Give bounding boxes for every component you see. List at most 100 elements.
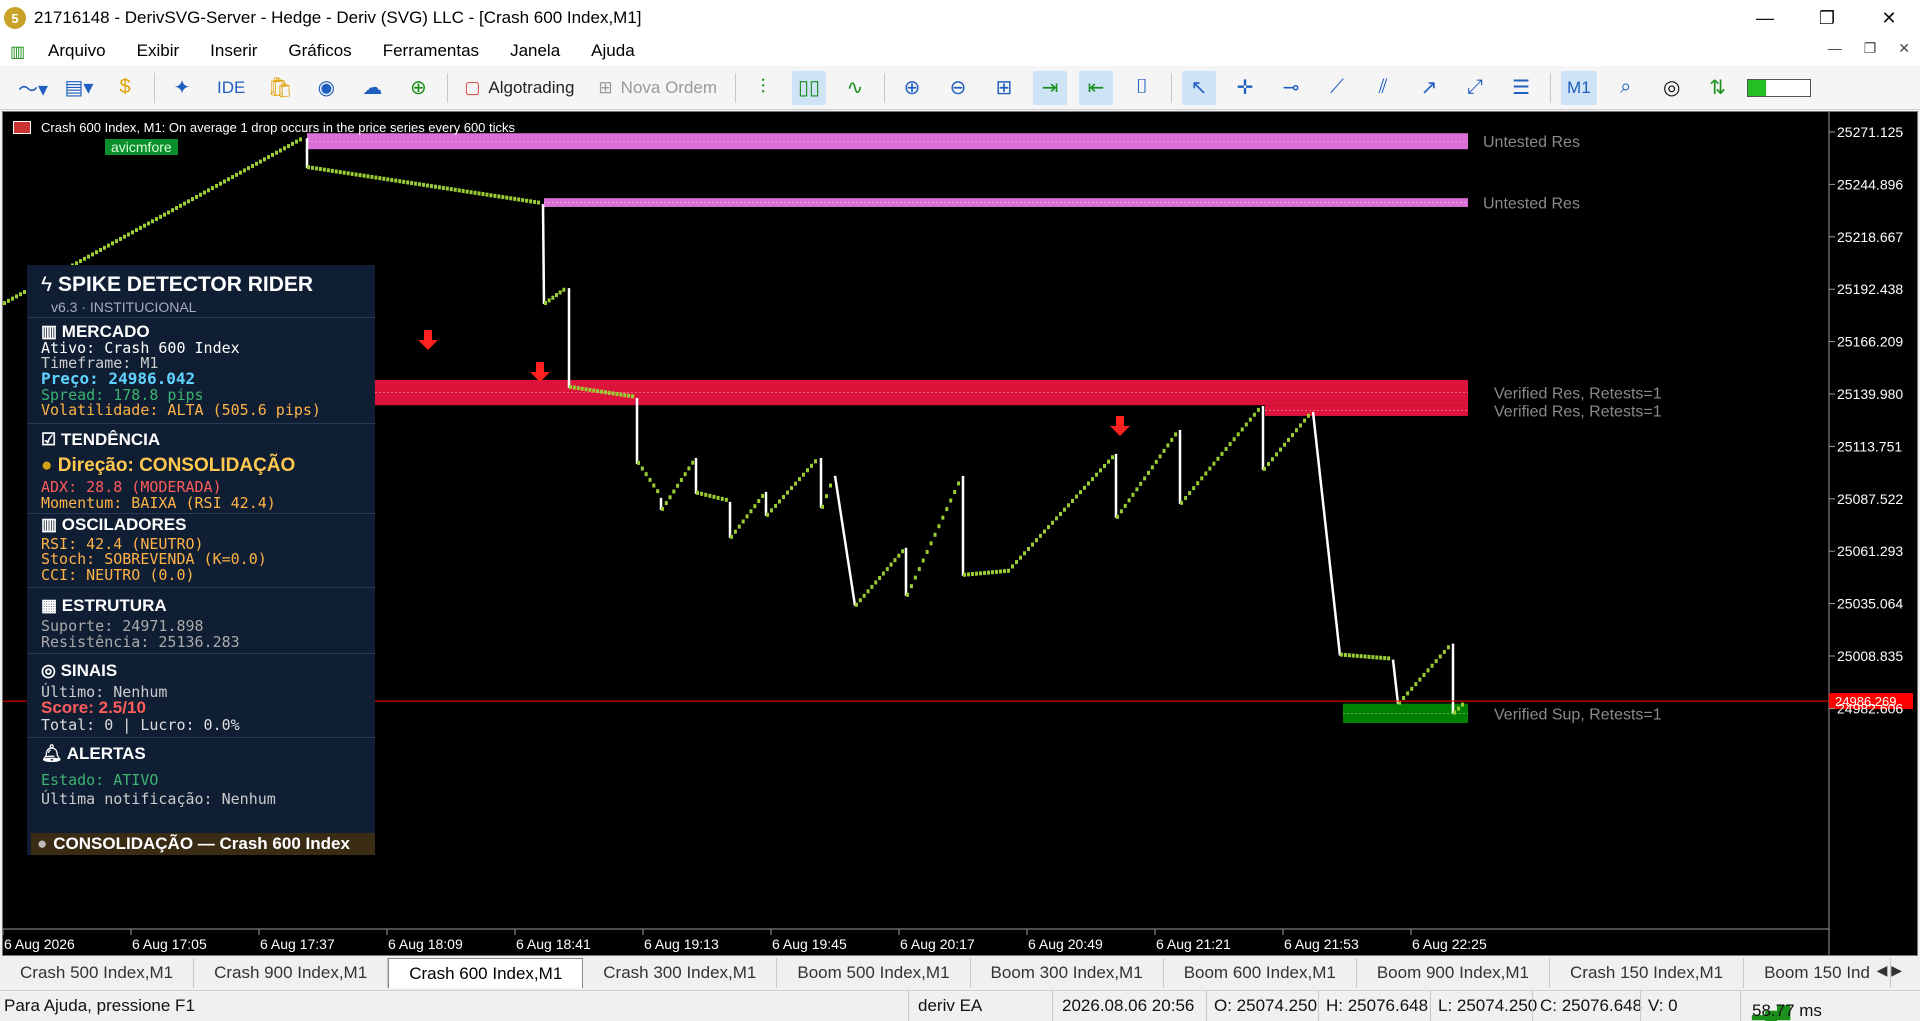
chart-template-icon[interactable]: ▤▾ xyxy=(62,71,96,105)
up-candle xyxy=(127,232,130,237)
up-candle xyxy=(782,494,785,499)
autoscroll-icon[interactable]: ⇥ xyxy=(1033,70,1068,105)
status-help: Para Ajuda, pressione F1 xyxy=(4,996,195,1015)
tab-crash-600[interactable]: Crash 600 Index,M1 xyxy=(388,958,584,988)
line-icon[interactable]: ∿ xyxy=(838,71,872,105)
up-candle xyxy=(175,205,178,210)
up-candle xyxy=(683,472,687,477)
menu-inserir[interactable]: Inserir xyxy=(210,41,257,61)
up-candle xyxy=(219,181,222,186)
menu-graficos[interactable]: Gráficos xyxy=(288,41,351,61)
up-candle xyxy=(398,179,402,184)
account-icon[interactable]: ◎ xyxy=(1655,71,1689,105)
tab-crash-900[interactable]: Crash 900 Index,M1 xyxy=(194,958,389,988)
up-candle xyxy=(1023,551,1026,556)
level-icon[interactable]: ⇅ xyxy=(1701,71,1735,105)
tab-boom-150[interactable]: Boom 150 Ind xyxy=(1744,958,1891,988)
up-candle xyxy=(461,188,465,193)
tab-boom-500[interactable]: Boom 500 Index,M1 xyxy=(777,958,971,988)
tab-crash-150[interactable]: Crash 150 Index,M1 xyxy=(1550,958,1745,988)
menu-exibir[interactable]: Exibir xyxy=(137,41,180,61)
chart-shift-icon[interactable]: ⇤ xyxy=(1079,70,1114,105)
up-candle xyxy=(741,519,745,524)
fibo-icon[interactable]: ⤢ xyxy=(1458,71,1492,105)
up-candle xyxy=(1430,663,1434,668)
bar-chart-icon[interactable]: ⫶ xyxy=(746,71,780,105)
cloud-icon[interactable]: ☁ xyxy=(355,71,389,105)
minimize-button[interactable]: — xyxy=(1734,0,1796,36)
sinais-total: Total: 0 | Lucro: 0.0% xyxy=(41,716,240,734)
grid-icon[interactable]: ⊞ xyxy=(987,71,1021,105)
tab-scroll-arrows[interactable]: ◀ ▶ xyxy=(1877,962,1902,979)
up-candle xyxy=(509,196,513,201)
up-candle xyxy=(933,532,937,537)
time-tick-label: 6 Aug 21:53 xyxy=(1284,936,1359,952)
up-candle xyxy=(453,187,457,192)
tab-crash-500[interactable]: Crash 500 Index,M1 xyxy=(0,958,195,988)
line-chart-icon[interactable]: 〜▾ xyxy=(16,71,50,105)
tab-crash-300[interactable]: Crash 300 Index,M1 xyxy=(583,958,778,988)
candlestick-icon[interactable]: ▯▯ xyxy=(792,70,827,105)
up-candle xyxy=(588,387,592,392)
up-candle xyxy=(716,495,720,500)
ide-button[interactable]: IDE xyxy=(211,71,251,105)
algotrading-button[interactable]: ▢ Algotrading xyxy=(458,71,580,105)
market-icon[interactable]: 🛍 xyxy=(263,71,297,105)
signals-icon[interactable]: ✦ xyxy=(165,71,199,105)
cursor-icon[interactable]: ↖ xyxy=(1182,70,1217,105)
menu-ajuda[interactable]: Ajuda xyxy=(591,41,634,61)
up-candle xyxy=(1059,512,1062,517)
up-candle xyxy=(687,466,691,471)
spike-detector-panel: ϟ SPIKE DETECTOR RIDER v6.3 · INSTITUCIO… xyxy=(27,265,375,855)
chart-menu-icon[interactable]: ▥ xyxy=(10,42,30,61)
tab-boom-600[interactable]: Boom 600 Index,M1 xyxy=(1164,958,1357,988)
up-candle xyxy=(953,489,957,494)
vps-icon[interactable]: ⊕ xyxy=(401,71,435,105)
mdi-restore-icon[interactable]: ❐ xyxy=(1864,40,1877,57)
search-icon[interactable]: ⌕ xyxy=(1609,71,1643,105)
up-candle xyxy=(1015,560,1018,565)
ray-icon[interactable]: ↗ xyxy=(1412,71,1446,105)
up-candle xyxy=(465,189,469,194)
up-candle xyxy=(1166,443,1170,448)
screenshot-icon[interactable]: ⌷ xyxy=(1125,71,1159,105)
chart-area[interactable]: Untested Res Untested Res Verified Res, Re… xyxy=(2,111,1918,956)
broadcast-icon[interactable]: ◉ xyxy=(309,71,343,105)
menu-ferramentas[interactable]: Ferramentas xyxy=(383,41,479,61)
tab-boom-900[interactable]: Boom 900 Index,M1 xyxy=(1357,958,1550,988)
crosshair-icon[interactable]: ✛ xyxy=(1228,71,1262,105)
zone-label: Verified Res, Retests=1 xyxy=(1494,386,1662,403)
up-candle xyxy=(855,602,858,607)
mdi-minimize-icon[interactable]: — xyxy=(1828,40,1842,57)
zoom-out-icon[interactable]: ⊖ xyxy=(941,71,975,105)
close-button[interactable]: ✕ xyxy=(1858,0,1920,36)
tab-boom-300[interactable]: Boom 300 Index,M1 xyxy=(971,958,1164,988)
new-order-button[interactable]: ⊞ Nova Ordem xyxy=(592,71,723,105)
maximize-button[interactable]: ❐ xyxy=(1796,0,1858,36)
up-candle xyxy=(243,168,246,173)
horizontal-line-icon[interactable]: ⊸ xyxy=(1274,71,1308,105)
objects-icon[interactable]: ☰ xyxy=(1504,71,1538,105)
up-candle xyxy=(569,384,572,389)
up-candle xyxy=(1143,476,1147,481)
up-candle xyxy=(708,493,712,498)
zoom-in-icon[interactable]: ⊕ xyxy=(895,71,929,105)
trendline-icon[interactable]: ⟋ xyxy=(1320,71,1354,105)
up-candle xyxy=(1236,432,1240,437)
menu-arquivo[interactable]: Arquivo xyxy=(48,41,106,61)
price-tick-label: 25166.209 xyxy=(1837,334,1903,350)
mdi-close-icon[interactable]: ✕ xyxy=(1898,40,1910,57)
panel-footer-text: CONSOLIDAÇÃO — Crash 600 Index xyxy=(53,834,350,853)
up-candle xyxy=(318,167,322,172)
up-candle xyxy=(945,507,949,512)
up-candle xyxy=(668,495,672,500)
up-candle xyxy=(802,472,805,477)
up-candle xyxy=(766,512,769,517)
chart-header-text: Crash 600 Index, M1: On average 1 drop o… xyxy=(41,120,516,135)
up-candle xyxy=(937,524,941,529)
menu-janela[interactable]: Janela xyxy=(510,41,560,61)
up-candle xyxy=(1170,437,1174,442)
timeframe-button[interactable]: M1 xyxy=(1561,70,1597,105)
deposit-icon[interactable]: $ xyxy=(108,71,142,105)
channel-icon[interactable]: ⫽ xyxy=(1366,71,1400,105)
